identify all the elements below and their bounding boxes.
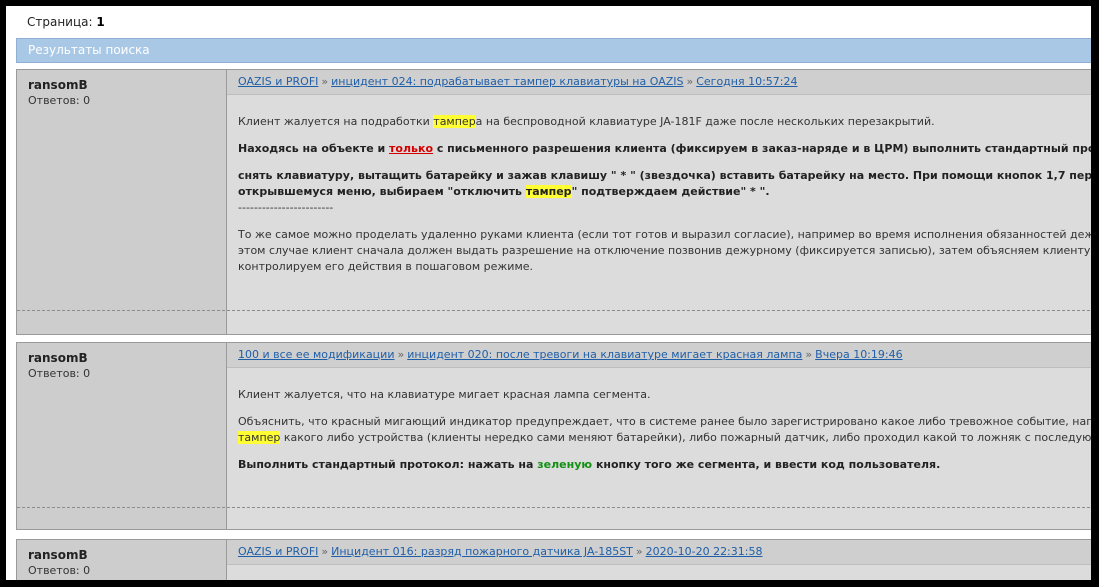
- reply-count: Ответов: 0: [28, 367, 91, 380]
- author-name[interactable]: ransomB: [28, 548, 88, 562]
- post-1: ransomB Ответов: 0 OAZIS и PROFI» инциден…: [16, 69, 1099, 335]
- breadcrumb-separator: »: [321, 75, 329, 88]
- page-label: Страница:: [27, 15, 93, 29]
- post-footer-divider: [17, 310, 1091, 311]
- search-highlight: тампер: [433, 115, 476, 128]
- post-author-panel: ransomB Ответов: 0: [17, 70, 227, 334]
- text: а на беспроводной клавиатуре JA-181F даж…: [475, 115, 935, 128]
- post-date-link[interactable]: Сегодня 10:57:24: [696, 75, 797, 88]
- topic-link[interactable]: инцидент 020: после тревоги на клавиатур…: [407, 348, 802, 361]
- breadcrumb-separator: »: [686, 75, 694, 88]
- post-paragraph: Клиент жалуется, что на клавиатуре мигае…: [238, 388, 651, 401]
- post-paragraph: Выполнить стандартный протокол: нажать н…: [238, 457, 940, 473]
- post-paragraph: этом случае клиент сначала должен выдать…: [238, 244, 1099, 257]
- window-frame: Страница: 1 Результаты поиска ransomB От…: [0, 0, 1099, 587]
- text: Находясь на объекте и: [238, 142, 390, 155]
- post-paragraph: снять клавиатуру, вытащить батарейку и з…: [238, 168, 1099, 184]
- breadcrumb-separator: »: [635, 545, 643, 558]
- inline-link[interactable]: только: [389, 142, 433, 155]
- breadcrumb: 100 и все ее модификации» инцидент 020: п…: [238, 348, 903, 361]
- post-author-panel: ransomB Ответов: 0: [17, 540, 227, 580]
- text: " подтверждаем действие" * ".: [571, 185, 770, 198]
- post-2: ransomB Ответов: 0 100 и все ее модифика…: [16, 342, 1099, 530]
- forum-link[interactable]: OAZIS и PROFI: [238, 545, 318, 558]
- divider-text: ------------------------: [238, 201, 334, 214]
- topic-link[interactable]: Инцидент 016: разряд пожарного датчика J…: [331, 545, 633, 558]
- search-highlight: тампер: [525, 185, 572, 198]
- forum-link[interactable]: OAZIS и PROFI: [238, 75, 318, 88]
- text: Клиент жалуется на подработки: [238, 115, 434, 128]
- reply-count: Ответов: 0: [28, 94, 91, 107]
- post-paragraph: Объяснить, что красный мигающий индикато…: [238, 415, 1099, 428]
- breadcrumb-separator: »: [397, 348, 405, 361]
- forum-link[interactable]: 100 и все ее модификации: [238, 348, 394, 361]
- post-author-panel: ransomB Ответов: 0: [17, 343, 227, 529]
- breadcrumb-separator: »: [805, 348, 813, 361]
- text: снять клавиатуру, вытащить батарейку и з…: [238, 169, 1099, 182]
- post-paragraph: контролируем его действия в пошаговом ре…: [238, 260, 534, 273]
- breadcrumb: OAZIS и PROFI» инцидент 024: подрабатывае…: [238, 75, 798, 88]
- topic-link[interactable]: инцидент 024: подрабатывает тампер клави…: [331, 75, 683, 88]
- post-paragraph: То же самое можно проделать удаленно рук…: [238, 228, 1099, 241]
- text: Выполнить стандартный протокол: нажать н…: [238, 458, 538, 471]
- text: кнопку того же сегмента, и ввести код по…: [592, 458, 941, 471]
- green-text: зеленую: [537, 458, 593, 471]
- text: открывшемуся меню, выбираем "отключить: [238, 185, 526, 198]
- text: какого либо устройства (клиенты нередко …: [280, 431, 1099, 444]
- post-footer-divider: [17, 507, 1091, 508]
- text: с письменного разрешения клиента (фиксир…: [433, 142, 1099, 155]
- breadcrumb-separator: »: [321, 545, 329, 558]
- post-paragraph: открывшемуся меню, выбираем "отключить т…: [238, 184, 770, 200]
- breadcrumb: OAZIS и PROFI» Инцидент 016: разряд пожар…: [238, 545, 762, 558]
- search-highlight: тампер: [238, 431, 281, 444]
- page-indicator: Страница: 1: [27, 15, 105, 29]
- post-date-link[interactable]: Вчера 10:19:46: [815, 348, 902, 361]
- reply-count: Ответов: 0: [28, 564, 91, 577]
- post-paragraph: Находясь на объекте и только с письменно…: [238, 141, 1099, 157]
- page-number[interactable]: 1: [96, 15, 104, 29]
- post-paragraph: тампер какого либо устройства (клиенты н…: [238, 430, 1099, 446]
- search-results-header: Результаты поиска: [16, 38, 1091, 63]
- author-name[interactable]: ransomB: [28, 78, 88, 92]
- post-date-link[interactable]: 2020-10-20 22:31:58: [646, 545, 763, 558]
- results-title: Результаты поиска: [28, 43, 150, 57]
- post-paragraph: Клиент жалуется на подработки тампера на…: [238, 114, 935, 130]
- author-name[interactable]: ransomB: [28, 351, 88, 365]
- post-3: ransomB Ответов: 0 OAZIS и PROFI» Инциден…: [16, 539, 1091, 580]
